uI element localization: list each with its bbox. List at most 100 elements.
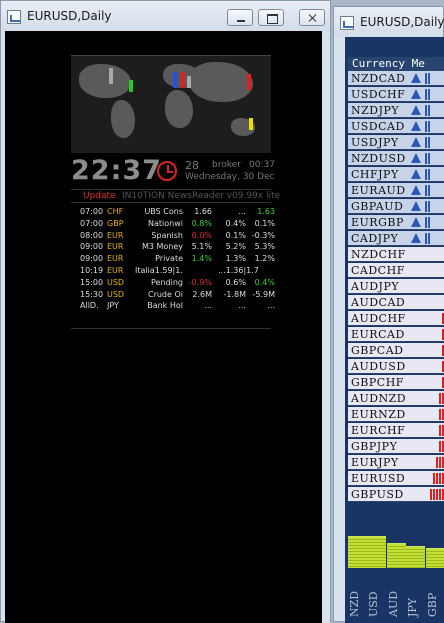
pair-label: CHFJPY [351,168,399,181]
meter-row-eurcad[interactable]: EURCAD [348,327,444,342]
pair-label: CADCHF [351,264,405,277]
news-row: 09:00 EUR Private 1.4% 1.3% 1.2% [74,254,275,266]
strength-label: USD [367,591,381,617]
strength-bar-gbp [425,548,444,568]
news-list: 07:00 CHF UBS Cons 1.66... 1.63 07:00 GBP Natio… [74,207,275,313]
meter-row-nzdjpy[interactable]: NZDJPY [348,103,444,118]
meter-row-euraud[interactable]: EURAUD [348,183,444,198]
news-currency: USD [107,289,125,299]
strength-meter [425,201,430,212]
news-currency: EUR [107,242,124,252]
news-previous: 1.63 [257,207,275,216]
strength-meter [425,185,430,196]
news-actual: ... [204,301,212,311]
meter-row-audchf[interactable]: AUDCHF [348,311,444,326]
news-row: 07:00 GBP Nationwi 0.8% 0.4% 0.1% [74,218,275,231]
meter-row-gbpjpy[interactable]: GBPJPY [348,439,444,454]
news-actual: 1.66 [194,207,212,216]
pair-label: EURCAD [351,328,405,341]
meter-row-gbpcad[interactable]: GBPCAD [348,343,444,358]
meter-row-gbpaud[interactable]: GBPAUD [348,199,444,214]
maximize-button[interactable] [258,9,284,26]
news-actual: 1.4% [191,254,212,264]
news-time: 07:00 [80,218,104,228]
pair-label: USDCHF [351,88,406,101]
news-row: 15:30 USD Crude Oi 2.6M -1.8M -5.9M [74,289,275,302]
chart-window-icon [7,10,21,24]
update-button[interactable]: Update [83,191,116,201]
broker-label: broker [212,160,241,170]
pair-label: EURCHF [351,424,406,437]
scrollbar[interactable] [322,31,330,623]
chart-window-newsreader[interactable]: EURUSD,Daily 22:37 28 broker 00:37 Wedne… [0,0,331,623]
close-button[interactable] [299,9,325,26]
news-event: Bank Hol [147,301,183,311]
news-currency: EUR [107,254,124,264]
meter-row-nzdusd[interactable]: NZDUSD [348,151,444,166]
meter-row-cadjpy[interactable]: CADJPY [348,231,444,246]
pair-label: USDJPY [351,136,399,149]
local-time: 22:37 [71,155,162,186]
strength-meter [425,153,430,164]
clock-panel: 22:37 28 broker 00:37 Wednesday, 30 Dec [71,155,275,189]
strength-meter [425,233,430,244]
meter-row-chfjpy[interactable]: CHFJPY [348,167,444,182]
meter-row-nzdcad[interactable]: NZDCAD [348,71,444,86]
news-actual: -0.9% [188,277,212,287]
meter-row-eurusd[interactable]: EURUSD [348,471,444,486]
news-event: Spanish [151,230,183,240]
title-bar[interactable]: EURUSD,Daily [1,1,330,31]
newsreader-bar: Update IN10TION NewsReader v09.99x lite [71,189,280,203]
title-bar[interactable]: EURUSD,Daily [334,7,444,37]
news-currency: EUR [107,230,124,240]
strength-label: GBP [425,592,439,617]
strength-meter [425,169,430,180]
meter-row-eurgbp[interactable]: EURGBP [348,215,444,230]
pair-label: NZDUSD [351,152,406,165]
trend-up-icon [411,105,422,115]
chart-area[interactable]: 22:37 28 broker 00:37 Wednesday, 30 Dec … [5,31,322,623]
minimize-button[interactable] [227,9,253,26]
meter-row-audjpy[interactable]: AUDJPY [348,279,444,294]
strength-bar-aud [386,543,406,568]
trend-up-icon [411,137,422,147]
meter-row-gbpusd[interactable]: GBPUSD [348,487,444,502]
news-time: 15:30 [80,289,104,299]
meter-row-usdchf[interactable]: USDCHF [348,87,444,102]
news-row: 08:00 EUR Spanish 0.0% 0.1% -0.3% [74,230,275,243]
pair-label: GBPCAD [351,344,404,357]
meter-row-nzdchf[interactable]: NZDCHF [348,247,444,262]
news-row: 07:00 CHF UBS Cons 1.66... 1.63 [74,207,275,219]
strength-meter [425,73,430,84]
pair-label: GBPUSD [351,488,404,501]
meter-row-usdcad[interactable]: USDCAD [348,119,444,134]
meter-row-audnzd[interactable]: AUDNZD [348,391,444,406]
meter-row-eurchf[interactable]: EURCHF [348,423,444,438]
pair-label: NZDJPY [351,104,400,117]
meter-row-eurjpy[interactable]: EURJPY [348,455,444,470]
pair-label: AUDUSD [351,360,406,373]
news-previous: 0.4% [254,277,275,287]
meter-row-cadchf[interactable]: CADCHF [348,263,444,278]
meter-row-gbpchf[interactable]: GBPCHF [348,375,444,390]
meter-row-audusd[interactable]: AUDUSD [348,359,444,374]
pair-label: EURAUD [351,184,406,197]
strength-meter [425,121,430,132]
chart-window-currency-meter[interactable]: EURUSD,Daily Currency Me NZDCAD USDCHF NZD… [333,6,444,623]
pair-label: AUDCHF [351,312,406,325]
news-forecast: ... [238,301,246,311]
divider [71,328,271,329]
meter-row-usdjpy[interactable]: USDJPY [348,135,444,150]
window-title: EURUSD,Daily [27,9,112,23]
trend-up-icon [411,121,422,131]
meter-row-audcad[interactable]: AUDCAD [348,295,444,310]
trend-up-icon [411,217,422,227]
news-time: 09:00 [80,254,104,264]
strength-label: AUD [386,590,400,617]
strength-meter [439,393,444,404]
news-event: Crude Oi [147,289,183,299]
news-time: 08:00 [80,230,104,240]
news-previous: ... [267,301,275,311]
meter-row-eurnzd[interactable]: EURNZD [348,407,444,422]
pair-label: EURGBP [351,216,404,229]
